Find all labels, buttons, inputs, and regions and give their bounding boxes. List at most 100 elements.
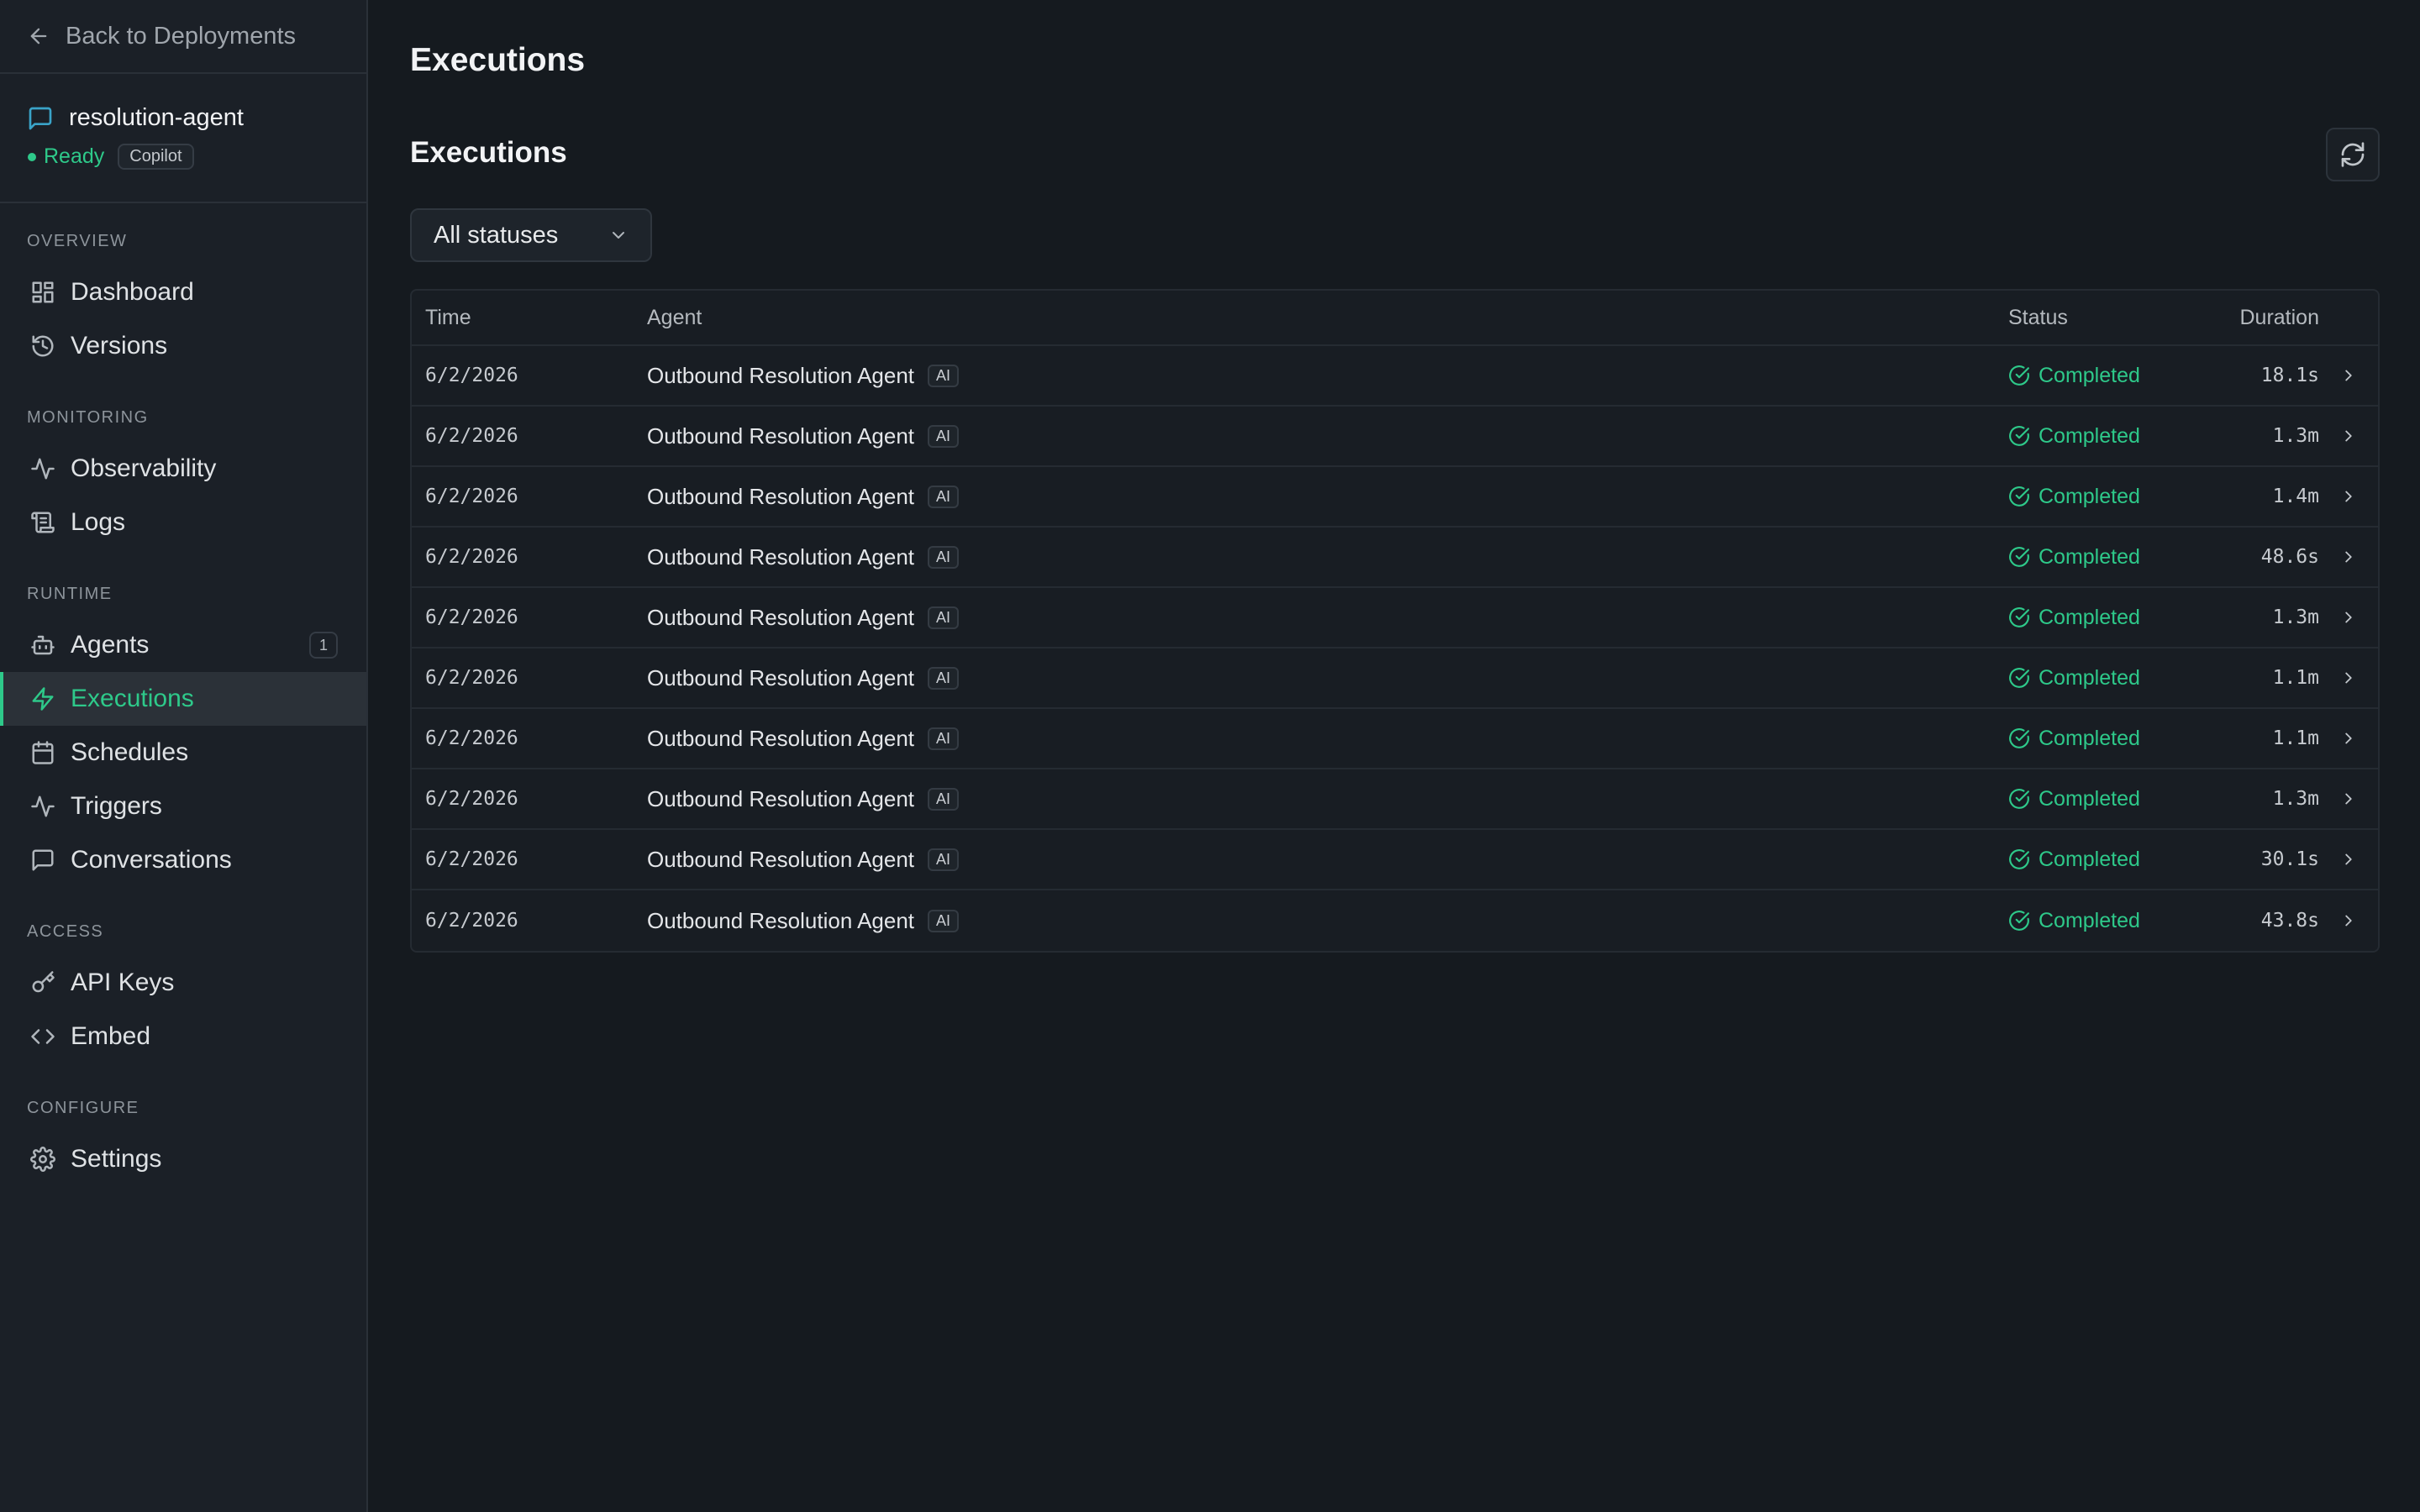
table-row[interactable]: 6/2/2026 Outbound Resolution Agent AI Compl… xyxy=(412,890,2378,951)
table-row[interactable]: 6/2/2026 Outbound Resolution Agent AI Compl… xyxy=(412,709,2378,769)
check-circle-icon xyxy=(2008,425,2030,447)
agent-cell: Outbound Resolution Agent AI xyxy=(647,605,2008,631)
agent-name: Outbound Resolution Agent xyxy=(647,362,915,388)
column-header-status: Status xyxy=(2008,305,2068,329)
table-row[interactable]: 6/2/2026 Outbound Resolution Agent AI Compl… xyxy=(412,588,2378,648)
table-row[interactable]: 6/2/2026 Outbound Resolution Agent AI Compl… xyxy=(412,528,2378,588)
sidebar-item-label: Schedules xyxy=(71,738,189,766)
refresh-button[interactable] xyxy=(2326,128,2380,181)
chevron-down-icon xyxy=(608,225,629,245)
key-icon xyxy=(30,970,55,995)
ai-tag: AI xyxy=(928,364,960,387)
execution-duration: 30.1s xyxy=(2260,848,2319,870)
ai-tag: AI xyxy=(928,909,960,932)
sidebar-item-dashboard[interactable]: Dashboard xyxy=(0,265,366,319)
agent-name: Outbound Resolution Agent xyxy=(647,725,915,751)
section-title-monitoring: MONITORING xyxy=(27,408,149,427)
execution-duration: 1.3m xyxy=(2272,606,2319,628)
sidebar-item-logs[interactable]: Logs xyxy=(0,496,366,549)
status-filter-select[interactable]: All statuses xyxy=(410,208,652,262)
status-filter-value: All statuses xyxy=(434,221,559,249)
agent-name: Outbound Resolution Agent xyxy=(647,785,915,811)
check-circle-icon xyxy=(2008,667,2030,689)
sidebar-item-settings[interactable]: Settings xyxy=(0,1132,366,1186)
chevron-right-icon[interactable] xyxy=(2319,669,2378,687)
execution-time: 6/2/2026 xyxy=(425,606,518,628)
chevron-right-icon[interactable] xyxy=(2319,608,2378,627)
sidebar-item-schedules[interactable]: Schedules xyxy=(0,726,366,780)
status-cell: Completed xyxy=(2008,727,2193,751)
execution-duration: 1.3m xyxy=(2272,788,2319,810)
agent-name: Outbound Resolution Agent xyxy=(647,664,915,690)
chevron-right-icon[interactable] xyxy=(2319,487,2378,506)
sidebar-item-versions[interactable]: Versions xyxy=(0,319,366,373)
status-text: Completed xyxy=(2039,605,2140,629)
status-text: Completed xyxy=(2039,363,2140,387)
agents-count-badge: 1 xyxy=(309,632,338,659)
sidebar-item-api-keys[interactable]: API Keys xyxy=(0,956,366,1010)
arrow-left-icon xyxy=(27,24,50,48)
sidebar-item-embed[interactable]: Embed xyxy=(0,1010,366,1063)
ai-tag: AI xyxy=(928,787,960,811)
sidebar-item-triggers[interactable]: Triggers xyxy=(0,780,366,833)
sidebar-item-label: Executions xyxy=(71,685,194,712)
sidebar-item-observability[interactable]: Observability xyxy=(0,442,366,496)
agent-cell: Outbound Resolution Agent AI xyxy=(647,847,2008,873)
sidebar-item-label: Settings xyxy=(71,1145,162,1173)
table-row[interactable]: 6/2/2026 Outbound Resolution Agent AI Compl… xyxy=(412,769,2378,830)
chevron-right-icon[interactable] xyxy=(2319,427,2378,445)
sidebar-item-label: Conversations xyxy=(71,846,232,874)
ai-tag: AI xyxy=(928,424,960,448)
check-circle-icon xyxy=(2008,546,2030,568)
table-row[interactable]: 6/2/2026 Outbound Resolution Agent AI Compl… xyxy=(412,830,2378,890)
table-row[interactable]: 6/2/2026 Outbound Resolution Agent AI Compl… xyxy=(412,467,2378,528)
agent-cell: Outbound Resolution Agent AI xyxy=(647,423,2008,449)
sidebar-item-executions[interactable]: Executions xyxy=(0,672,366,726)
agent-cell: Outbound Resolution Agent AI xyxy=(647,363,2008,389)
execution-time: 6/2/2026 xyxy=(425,546,518,568)
table-row[interactable]: 6/2/2026 Outbound Resolution Agent AI Compl… xyxy=(412,648,2378,709)
execution-duration: 43.8s xyxy=(2260,910,2319,932)
table-row[interactable]: 6/2/2026 Outbound Resolution Agent AI Compl… xyxy=(412,346,2378,407)
agent-name: Outbound Resolution Agent xyxy=(647,483,915,509)
gear-icon xyxy=(30,1147,55,1172)
sidebar-item-agents[interactable]: Agents 1 xyxy=(0,618,366,672)
chevron-right-icon[interactable] xyxy=(2319,729,2378,748)
agent-name: Outbound Resolution Agent xyxy=(647,423,915,449)
chevron-right-icon[interactable] xyxy=(2319,850,2378,869)
ai-tag: AI xyxy=(928,666,960,690)
status-text: Completed xyxy=(2039,665,2140,690)
ai-tag: AI xyxy=(928,727,960,750)
sidebar-item-label: API Keys xyxy=(71,969,175,996)
sidebar-item-conversations[interactable]: Conversations xyxy=(0,833,366,887)
lightning-icon xyxy=(30,686,55,711)
chevron-right-icon[interactable] xyxy=(2319,911,2378,930)
chevron-right-icon[interactable] xyxy=(2319,366,2378,385)
sidebar-item-label: Agents xyxy=(71,631,150,659)
execution-time: 6/2/2026 xyxy=(425,486,518,507)
chevron-right-icon[interactable] xyxy=(2319,790,2378,808)
ai-tag: AI xyxy=(928,485,960,508)
table-row[interactable]: 6/2/2026 Outbound Resolution Agent AI Compl… xyxy=(412,407,2378,467)
agent-cell: Outbound Resolution Agent AI xyxy=(647,908,2008,934)
agent-cell: Outbound Resolution Agent AI xyxy=(647,544,2008,570)
execution-time: 6/2/2026 xyxy=(425,667,518,689)
chevron-right-icon[interactable] xyxy=(2319,548,2378,566)
project-header: resolution-agent Ready Copilot xyxy=(0,74,366,203)
project-name: resolution-agent xyxy=(69,104,244,131)
dashboard-icon xyxy=(30,280,55,305)
agent-cell: Outbound Resolution Agent AI xyxy=(647,786,2008,812)
check-circle-icon xyxy=(2008,727,2030,749)
sidebar-item-label: Triggers xyxy=(71,792,162,820)
agent-cell: Outbound Resolution Agent AI xyxy=(647,665,2008,691)
sidebar-item-label: Embed xyxy=(71,1022,151,1050)
section-title-overview: OVERVIEW xyxy=(27,232,128,250)
history-icon xyxy=(30,333,55,359)
refresh-icon xyxy=(2339,141,2366,168)
back-to-deployments-link[interactable]: Back to Deployments xyxy=(0,0,366,74)
message-icon xyxy=(30,848,55,873)
section-title: Executions xyxy=(410,136,567,169)
execution-time: 6/2/2026 xyxy=(425,848,518,870)
execution-duration: 1.1m xyxy=(2272,667,2319,689)
status-cell: Completed xyxy=(2008,424,2193,449)
